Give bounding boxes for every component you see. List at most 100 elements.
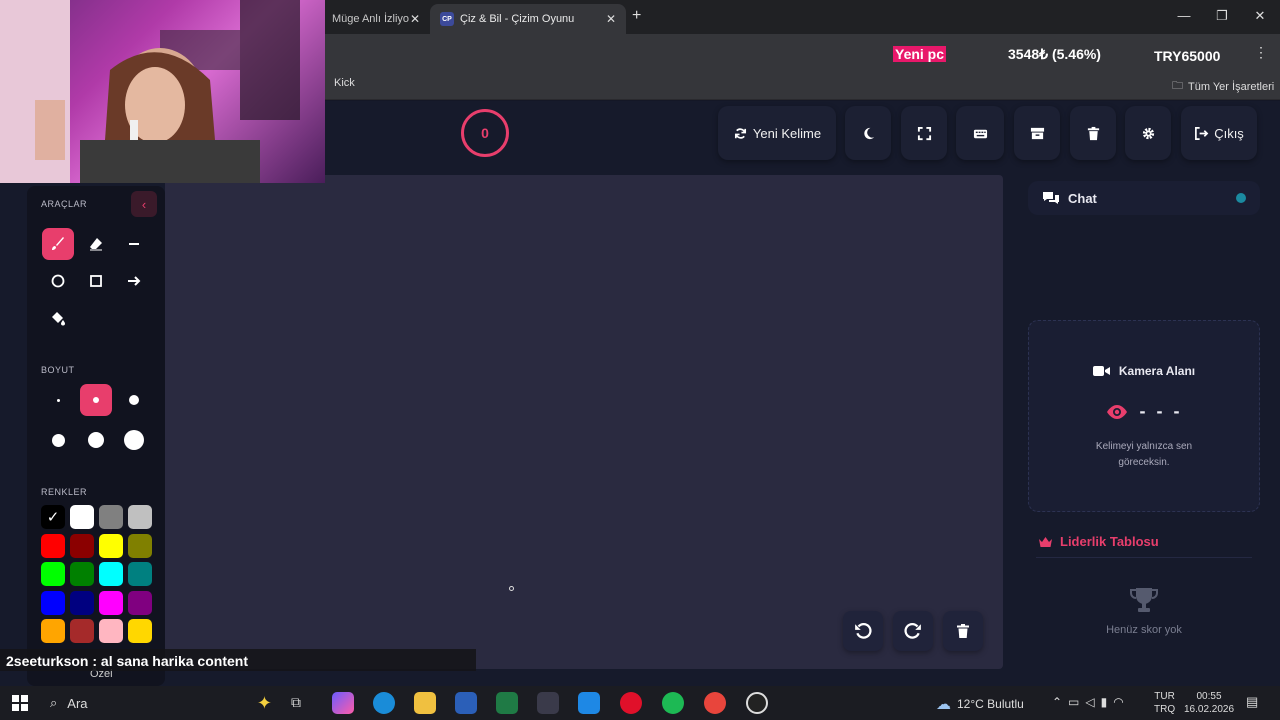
secret-word: - - -: [1139, 401, 1183, 421]
language-indicator[interactable]: TUR TRQ: [1154, 690, 1175, 716]
status-dot: [1236, 193, 1246, 203]
obs-icon[interactable]: [746, 692, 768, 714]
tab-title: Çiz & Bil - Çizim Oyunu: [460, 13, 575, 25]
size-dot: [129, 395, 139, 405]
color-swatch[interactable]: [70, 505, 94, 529]
trash-icon: [1087, 126, 1099, 140]
task-view-icon[interactable]: ⧉: [291, 694, 301, 711]
color-swatch[interactable]: [99, 590, 123, 615]
trash-icon: [957, 624, 969, 638]
file-explorer-icon[interactable]: [414, 692, 436, 714]
copilot-icon[interactable]: [332, 692, 354, 714]
color-swatch[interactable]: ✓: [41, 505, 65, 529]
chevron-left-icon: ‹: [141, 196, 147, 212]
line-tool[interactable]: [118, 228, 150, 260]
camera-title: Kamera Alanı: [1118, 364, 1196, 378]
fill-tool[interactable]: [42, 303, 74, 335]
menu-icon[interactable]: ⋮: [1254, 44, 1268, 61]
weather-widget[interactable]: ☁ 12°C Bulutlu: [936, 695, 1024, 713]
drawing-canvas[interactable]: [165, 175, 1003, 669]
excel-icon[interactable]: [496, 692, 518, 714]
clear-canvas-button[interactable]: [943, 611, 983, 651]
minimize-icon[interactable]: —: [1174, 8, 1194, 23]
word-icon[interactable]: [455, 692, 477, 714]
size-4[interactable]: [42, 424, 74, 456]
brush-tool[interactable]: [42, 228, 74, 260]
color-swatch[interactable]: [128, 619, 152, 643]
maximize-icon[interactable]: ❐: [1212, 8, 1232, 24]
eye-icon: [1106, 404, 1127, 419]
circle-tool[interactable]: [42, 265, 74, 297]
chat-username: 2seeturkson: [6, 653, 89, 669]
color-swatch[interactable]: [99, 562, 123, 586]
delete-button[interactable]: [1070, 106, 1116, 160]
cloud-icon: ☁: [936, 696, 951, 713]
sparkle-icon: ✦: [256, 692, 272, 713]
tray-icons[interactable]: ⌃▭◁▮◠: [1052, 695, 1130, 709]
notification-icon[interactable]: ▤: [1246, 694, 1258, 710]
webcam-image: [0, 0, 300, 183]
eraser-tool[interactable]: [80, 228, 112, 260]
store-icon[interactable]: [578, 692, 600, 714]
color-swatch[interactable]: [128, 562, 152, 586]
color-swatch[interactable]: [41, 590, 65, 615]
arrow-tool[interactable]: [118, 265, 150, 297]
clock[interactable]: 00:55 16.02.2026: [1184, 690, 1234, 716]
size-5[interactable]: [80, 424, 112, 456]
exit-button[interactable]: Çıkış: [1181, 106, 1257, 160]
color-swatch[interactable]: [128, 505, 152, 529]
collapse-panel-button[interactable]: ‹: [131, 191, 157, 217]
archive-button[interactable]: [1014, 106, 1060, 160]
eraser-icon: [90, 238, 102, 251]
donation-goal: TRY65000: [1154, 48, 1221, 64]
size-1[interactable]: [42, 384, 74, 416]
undo-button[interactable]: [843, 611, 883, 651]
color-swatch[interactable]: [41, 533, 65, 558]
donation-amount: 3548₺ (5.46%): [1008, 46, 1101, 62]
size-6[interactable]: [118, 424, 150, 456]
size-2[interactable]: [80, 384, 112, 416]
all-bookmarks[interactable]: 🗀 Tüm Yer İşaretleri: [1172, 77, 1274, 96]
leaderboard-title: Liderlik Tablosu: [1060, 534, 1159, 549]
chrome-icon[interactable]: [704, 692, 726, 714]
size-dot: [124, 430, 144, 450]
bookmark-kick[interactable]: Kick: [334, 77, 355, 89]
size-dot: [51, 433, 65, 447]
color-swatch[interactable]: [70, 533, 94, 558]
settings-button[interactable]: [1125, 106, 1171, 160]
color-swatch[interactable]: [99, 505, 123, 529]
new-tab-icon[interactable]: +: [632, 7, 641, 25]
color-swatch[interactable]: [70, 562, 94, 586]
circle-icon: [51, 274, 65, 288]
color-swatch[interactable]: [41, 562, 65, 586]
fullscreen-button[interactable]: [901, 106, 947, 160]
color-swatch[interactable]: [70, 590, 94, 615]
tab-ciz-bil[interactable]: CP Çiz & Bil - Çizim Oyunu ✕: [430, 4, 626, 34]
gear-icon: [1142, 127, 1154, 139]
rectangle-tool[interactable]: [80, 265, 112, 297]
color-swatch[interactable]: [99, 619, 123, 643]
spotify-icon[interactable]: [662, 692, 684, 714]
redo-button[interactable]: [893, 611, 933, 651]
taskbar-search[interactable]: ⌕ Ara ✦: [42, 690, 272, 716]
tab-muge[interactable]: Müge Anlı İzliyo ✕: [322, 4, 430, 34]
new-word-button[interactable]: Yeni Kelime: [718, 106, 836, 160]
close-icon[interactable]: ✕: [606, 12, 616, 26]
close-icon[interactable]: ✕: [410, 12, 420, 26]
calculator-icon[interactable]: [537, 692, 559, 714]
weather-text: 12°C Bulutlu: [957, 697, 1024, 711]
window-close-icon[interactable]: ✕: [1250, 8, 1270, 24]
keyboard-button[interactable]: [956, 106, 1004, 160]
color-swatch[interactable]: [70, 619, 94, 643]
windows-start-icon[interactable]: [12, 695, 28, 716]
exit-label: Çıkış: [1214, 125, 1244, 141]
size-3[interactable]: [118, 384, 150, 416]
dark-mode-button[interactable]: [845, 106, 891, 160]
edge-icon[interactable]: [373, 692, 395, 714]
color-swatch[interactable]: [41, 619, 65, 643]
leaderboard-empty: Henüz skor yok: [1106, 624, 1182, 636]
color-swatch[interactable]: [99, 533, 123, 558]
color-swatch[interactable]: [128, 533, 152, 558]
opera-icon[interactable]: [620, 692, 642, 714]
color-swatch[interactable]: [128, 590, 152, 615]
